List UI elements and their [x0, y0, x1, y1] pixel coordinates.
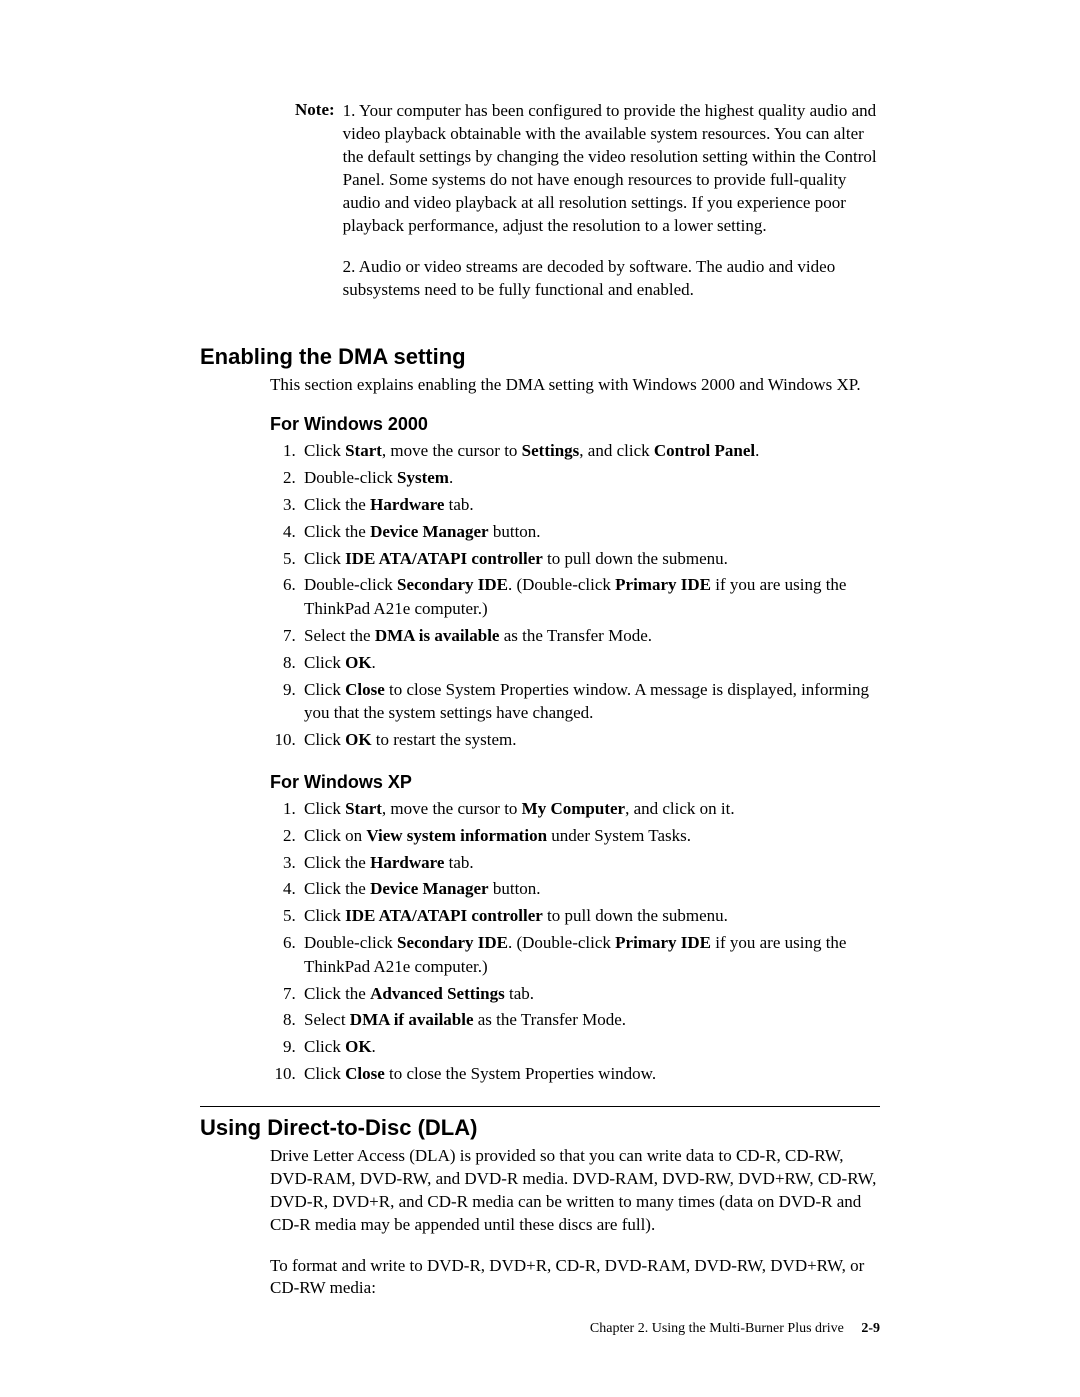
page-footer: Chapter 2. Using the Multi-Burner Plus d…	[590, 1321, 880, 1337]
heading-dla: Using Direct-to-Disc (DLA)	[200, 1115, 880, 1141]
footer-page-number: 2-9	[861, 1321, 880, 1336]
section-intro-dma: This section explains enabling the DMA s…	[270, 374, 880, 397]
step-item: Select the DMA is available as the Trans…	[300, 624, 880, 648]
footer-chapter: Chapter 2. Using the Multi-Burner Plus d…	[590, 1321, 844, 1336]
step-item: Click Start, move the cursor to Settings…	[300, 439, 880, 463]
steps-win2000: Click Start, move the cursor to Settings…	[270, 439, 880, 752]
step-item: Select DMA if available as the Transfer …	[300, 1008, 880, 1032]
step-item: Click OK.	[300, 651, 880, 675]
step-item: Double-click Secondary IDE. (Double-clic…	[300, 931, 880, 979]
steps-winxp: Click Start, move the cursor to My Compu…	[270, 797, 880, 1086]
step-item: Click Start, move the cursor to My Compu…	[300, 797, 880, 821]
step-item: Click the Advanced Settings tab.	[300, 982, 880, 1006]
heading-enabling-dma: Enabling the DMA setting	[200, 344, 880, 370]
subheading-win2000: For Windows 2000	[270, 414, 880, 435]
step-item: Double-click System.	[300, 466, 880, 490]
note-para-2: 2. Audio or video streams are decoded by…	[343, 256, 880, 302]
step-item: Click IDE ATA/ATAPI controller to pull d…	[300, 904, 880, 928]
section-divider	[200, 1106, 880, 1107]
step-item: Click the Hardware tab.	[300, 851, 880, 875]
step-item: Click on View system information under S…	[300, 824, 880, 848]
dla-para-2: To format and write to DVD-R, DVD+R, CD-…	[270, 1255, 880, 1301]
step-item: Click OK to restart the system.	[300, 728, 880, 752]
step-item: Click Close to close the System Properti…	[300, 1062, 880, 1086]
step-item: Click OK.	[300, 1035, 880, 1059]
note-para-1: 1. Your computer has been configured to …	[343, 100, 880, 238]
step-item: Click the Device Manager button.	[300, 520, 880, 544]
note-block: Note: 1. Your computer has been configur…	[295, 100, 880, 320]
step-item: Click IDE ATA/ATAPI controller to pull d…	[300, 547, 880, 571]
step-item: Click Close to close System Properties w…	[300, 678, 880, 726]
step-item: Click the Device Manager button.	[300, 877, 880, 901]
subheading-winxp: For Windows XP	[270, 772, 880, 793]
note-text: 1. Your computer has been configured to …	[343, 100, 880, 320]
dla-para-1: Drive Letter Access (DLA) is provided so…	[270, 1145, 880, 1237]
note-label: Note:	[295, 100, 335, 320]
step-item: Click the Hardware tab.	[300, 493, 880, 517]
step-item: Double-click Secondary IDE. (Double-clic…	[300, 573, 880, 621]
